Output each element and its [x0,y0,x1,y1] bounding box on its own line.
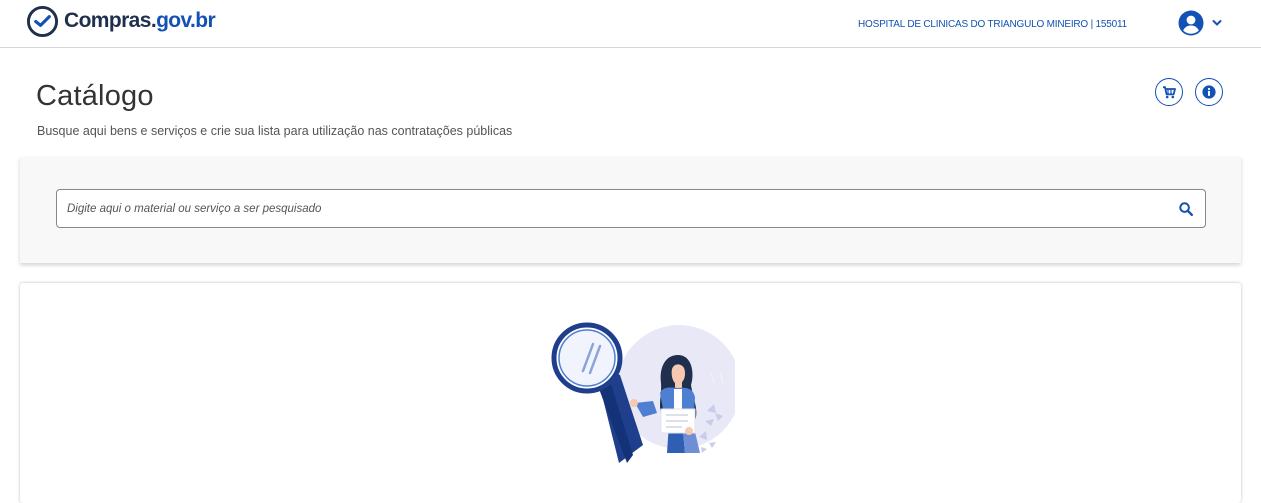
logo-text: Compras.gov.br [64,9,216,33]
search-woman-illustration [551,322,735,463]
page-title: Catálogo [36,80,154,112]
info-button[interactable] [1195,78,1223,106]
search-panel [20,157,1241,263]
user-circle-icon [1178,10,1204,36]
search-box [56,189,1206,228]
info-icon [1202,85,1216,99]
results-panel [20,283,1241,503]
cart-icon [1163,85,1176,98]
organization-name: HOSPITAL DE CLINICAS DO TRIANGULO MINEIR… [858,19,1127,30]
search-input[interactable] [67,190,1167,227]
search-icon[interactable] [1179,202,1193,216]
compras-logo[interactable]: Compras.gov.br [26,5,216,37]
compras-logo-icon [26,5,59,37]
logo-text-suffix: gov.br [156,9,216,32]
logo-text-prefix: Compras. [64,9,157,32]
chevron-down-icon [1212,20,1222,26]
cart-button[interactable] [1155,78,1183,106]
page-subtitle: Busque aqui bens e serviços e crie sua l… [37,124,513,138]
user-menu-button[interactable] [1178,8,1234,38]
top-header: Compras.gov.br HOSPITAL DE CLINICAS DO T… [0,0,1261,48]
